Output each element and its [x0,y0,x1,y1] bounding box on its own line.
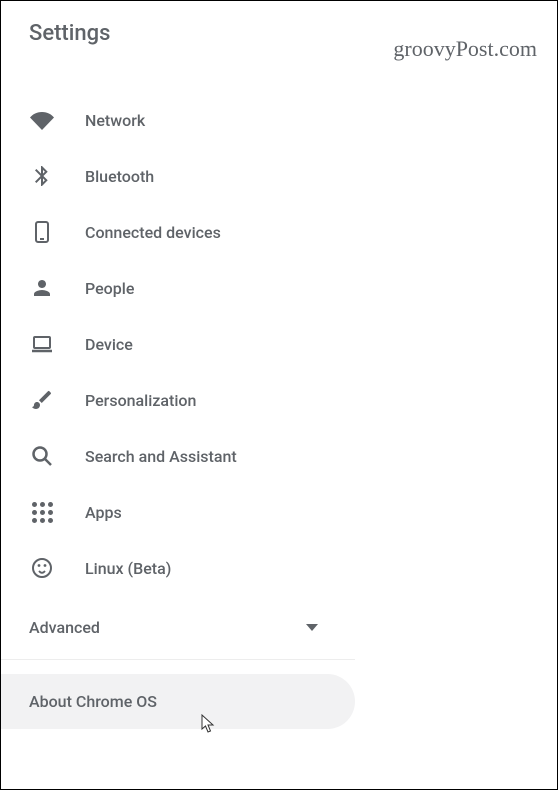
nav-item-search-assistant[interactable]: Search and Assistant [1,428,557,484]
nav-label: Connected devices [85,223,221,242]
nav-label: Personalization [85,391,196,410]
advanced-label: Advanced [29,618,100,637]
nav-item-connected-devices[interactable]: Connected devices [1,204,557,260]
nav-label: People [85,279,134,298]
linux-icon [29,555,55,581]
nav-label: Linux (Beta) [85,559,171,578]
nav-item-bluetooth[interactable]: Bluetooth [1,148,557,204]
nav-item-network[interactable]: Network [1,92,557,148]
cursor-icon [201,714,217,734]
nav-label: Bluetooth [85,167,154,186]
settings-header: Settings groovyPost.com [1,1,557,92]
apps-icon [29,499,55,525]
nav-label: Network [85,111,145,130]
person-icon [29,275,55,301]
nav-item-linux[interactable]: Linux (Beta) [1,540,557,596]
bluetooth-icon [29,163,55,189]
laptop-icon [29,331,55,357]
nav-item-about-chrome-os[interactable]: About Chrome OS [1,674,355,729]
nav-label: Apps [85,503,122,522]
settings-nav: Network Bluetooth Connected devices Peop… [1,92,557,596]
nav-item-personalization[interactable]: Personalization [1,372,557,428]
nav-label: Search and Assistant [85,447,237,466]
wifi-icon [29,107,55,133]
devices-icon [29,219,55,245]
watermark: groovyPost.com [393,36,537,62]
chevron-down-icon [305,621,319,635]
nav-label: Device [85,335,133,354]
page-title: Settings [29,21,110,46]
about-label: About Chrome OS [29,692,157,711]
nav-item-apps[interactable]: Apps [1,484,557,540]
nav-item-device[interactable]: Device [1,316,557,372]
advanced-toggle[interactable]: Advanced [1,596,355,659]
search-icon [29,443,55,469]
divider [1,659,355,660]
brush-icon [29,387,55,413]
nav-item-people[interactable]: People [1,260,557,316]
